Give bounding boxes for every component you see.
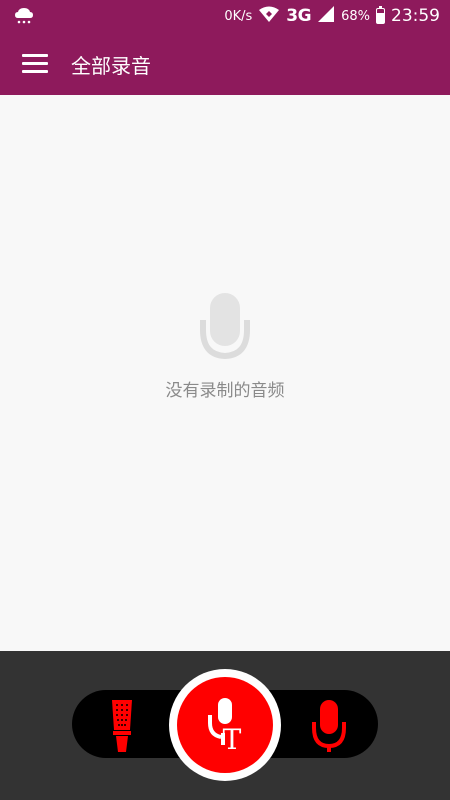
wifi-icon xyxy=(258,6,280,26)
clock: 23:59 xyxy=(391,6,440,26)
hamburger-menu-icon[interactable] xyxy=(22,51,48,75)
page-title: 全部录音 xyxy=(71,54,151,78)
voice-to-text-microphone-icon: T xyxy=(177,677,273,773)
weather-cloud-icon xyxy=(14,7,34,29)
voice-to-text-button[interactable]: T xyxy=(169,669,281,781)
app-bar: 全部录音 xyxy=(0,32,450,95)
network-type: 3G xyxy=(286,6,312,26)
signal-icon xyxy=(317,5,335,27)
vintage-microphone-icon[interactable] xyxy=(107,696,137,760)
t-letter: T xyxy=(223,723,242,756)
battery-icon xyxy=(376,6,385,24)
battery-percent: 68% xyxy=(341,8,370,24)
microphone-icon[interactable] xyxy=(309,698,349,758)
microphone-icon xyxy=(199,290,251,366)
network-speed: 0K/s xyxy=(224,8,253,24)
empty-state-message: 没有录制的音频 xyxy=(165,381,285,401)
status-bar: 0K/s 3G 68% 23:59 xyxy=(0,0,450,32)
